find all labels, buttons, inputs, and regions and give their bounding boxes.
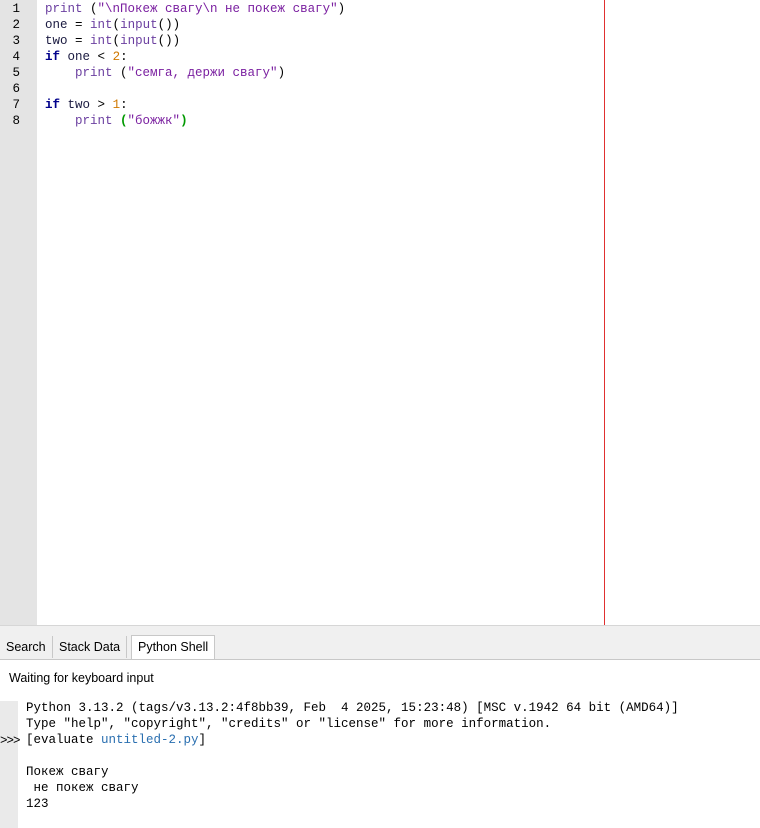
evaluated-file-name[interactable]: untitled-2.py: [101, 733, 199, 747]
code-line[interactable]: print ("божжк"): [45, 113, 188, 129]
tool-tab-bar: Search Stack Data Python Shell: [0, 635, 760, 660]
edge-marker-line: [604, 0, 605, 625]
tab-stack-data[interactable]: Stack Data: [53, 636, 128, 658]
code-line[interactable]: one = int(input()): [45, 17, 180, 33]
code-token: 1: [112, 98, 121, 112]
code-line[interactable]: if one < 2:: [45, 49, 128, 65]
code-token: =: [67, 34, 91, 48]
line-number: 5: [12, 66, 20, 80]
code-token: (: [120, 114, 128, 128]
code-token: input: [120, 34, 158, 48]
code-token: (: [82, 2, 98, 16]
code-token: ): [277, 66, 286, 80]
shell-prompt: >>>: [0, 734, 20, 748]
code-token: two: [60, 98, 98, 112]
evaluate-suffix: ]: [198, 733, 207, 747]
shell-output-line: Покеж свагу: [26, 765, 109, 779]
code-editor[interactable]: 12345678 print ("\nПокеж свагу\n не поке…: [0, 0, 760, 625]
code-token: :: [120, 50, 128, 64]
code-token: int: [90, 34, 113, 48]
evaluate-prefix: [evaluate: [26, 733, 102, 747]
code-token: <: [97, 50, 106, 64]
code-token: print: [45, 66, 113, 80]
code-token: :: [120, 98, 128, 112]
line-number: 6: [12, 82, 20, 96]
shell-banner-line: Type "help", "copyright", "credits" or "…: [26, 717, 552, 731]
line-number: 2: [12, 18, 20, 32]
line-number: 4: [12, 50, 20, 64]
code-token: ): [180, 114, 188, 128]
code-line[interactable]: print ("\nПокеж свагу\n не покеж свагу"): [45, 1, 345, 17]
code-line[interactable]: two = int(input()): [45, 33, 180, 49]
code-token: >: [97, 98, 106, 112]
code-token: (: [112, 34, 121, 48]
tab-search[interactable]: Search: [0, 636, 53, 658]
code-token: one: [45, 18, 68, 32]
shell-banner-line: Python 3.13.2 (tags/v3.13.2:4f8bb39, Feb…: [26, 701, 679, 715]
code-token: 2: [112, 50, 121, 64]
shell-evaluate-line: [evaluate untitled-2.py]: [26, 732, 206, 748]
python-shell-panel[interactable]: Waiting for keyboard input >>> Python 3.…: [0, 660, 760, 828]
shell-prompt-gutter: [0, 701, 18, 828]
code-token: "\nПокеж свагу\n не покеж свагу": [97, 2, 338, 16]
code-token: if: [45, 50, 61, 64]
code-token: print: [45, 114, 113, 128]
code-token: (: [112, 66, 128, 80]
code-token: int: [90, 18, 113, 32]
code-line[interactable]: print ("семга, держи свагу"): [45, 65, 285, 81]
shell-status-text: Waiting for keyboard input: [9, 671, 154, 685]
line-number: 7: [12, 98, 20, 112]
code-line[interactable]: if two > 1:: [45, 97, 128, 113]
code-token: if: [45, 98, 61, 112]
code-token: (: [112, 18, 121, 32]
code-token: ()): [157, 34, 181, 48]
code-token: ()): [157, 18, 181, 32]
line-number-gutter: 1 2 3 4 5 6 7 8: [0, 0, 37, 625]
code-token: =: [67, 18, 91, 32]
line-number: 8: [12, 114, 20, 128]
code-token: "божжк": [127, 114, 181, 128]
line-number: 3: [12, 34, 20, 48]
code-token: "семга, держи свагу": [127, 66, 278, 80]
code-token: input: [120, 18, 158, 32]
shell-output-line: не покеж свагу: [26, 781, 139, 795]
code-token: two: [45, 34, 68, 48]
tab-python-shell[interactable]: Python Shell: [131, 635, 216, 659]
code-token: one: [60, 50, 98, 64]
code-token: print: [45, 2, 83, 16]
line-number: 1: [12, 2, 20, 16]
shell-output-line: 123: [26, 797, 49, 811]
code-token: ): [337, 2, 346, 16]
